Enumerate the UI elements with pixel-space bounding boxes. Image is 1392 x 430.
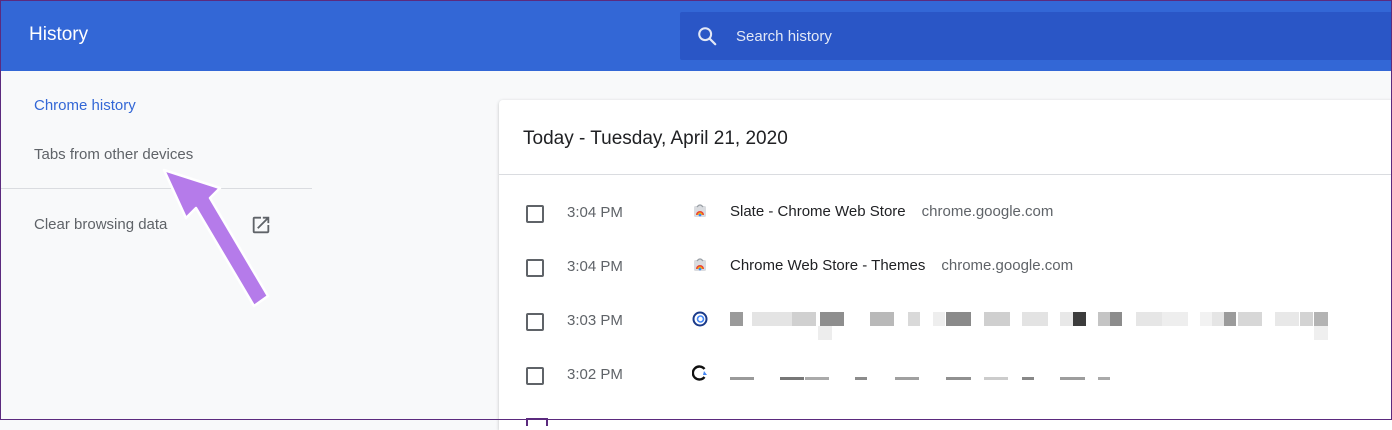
- sidebar: Chrome history Tabs from other devices C…: [0, 71, 312, 420]
- entry-checkbox[interactable]: [526, 259, 544, 277]
- sidebar-item-chrome-history[interactable]: Chrome history: [34, 97, 136, 114]
- chrome-web-store-icon: [694, 258, 706, 271]
- entry-checkbox[interactable]: [526, 418, 548, 426]
- entry-time: 3:02 PM: [567, 366, 623, 383]
- history-entry[interactable]: 3:04 PM Chrome Web Store - Themes chrome.…: [499, 238, 1392, 292]
- entry-checkbox[interactable]: [526, 313, 544, 331]
- entry-title-link[interactable]: Slate - Chrome Web Store chrome.google.co…: [730, 203, 1053, 220]
- history-entry[interactable]: 3:02 PM: [499, 346, 1392, 400]
- history-card: Today - Tuesday, April 21, 2020 3:04 PM …: [499, 100, 1392, 430]
- history-entry[interactable]: 3:03 PM: [499, 292, 1392, 346]
- card-divider: [499, 174, 1392, 175]
- entry-time: 3:04 PM: [567, 258, 623, 275]
- sidebar-item-tabs-from-other-devices[interactable]: Tabs from other devices: [34, 146, 193, 163]
- pixelated-entry-title[interactable]: [730, 377, 1350, 383]
- entry-title[interactable]: Slate - Chrome Web Store: [730, 203, 906, 220]
- entry-title-link[interactable]: Chrome Web Store - Themes chrome.google.c…: [730, 257, 1073, 274]
- search-box[interactable]: [680, 12, 1392, 60]
- entry-title[interactable]: Chrome Web Store - Themes: [730, 257, 925, 274]
- entry-time: 3:04 PM: [567, 204, 623, 221]
- entry-domain: chrome.google.com: [941, 257, 1074, 274]
- history-entry[interactable]: 3:04 PM Slate - Chrome Web Store chrome.g…: [499, 184, 1392, 238]
- page-title: History: [29, 24, 89, 45]
- entry-checkbox[interactable]: [526, 367, 544, 385]
- entry-checkbox[interactable]: [526, 205, 544, 223]
- site-favicon: [692, 311, 708, 327]
- entry-domain: chrome.google.com: [921, 203, 1054, 220]
- search-icon[interactable]: [696, 25, 718, 47]
- site-favicon: [692, 365, 707, 381]
- sidebar-item-clear-browsing-data[interactable]: Clear browsing data: [34, 216, 167, 233]
- chrome-web-store-icon: [694, 204, 706, 217]
- header-bar: History: [0, 0, 1392, 71]
- date-heading: Today - Tuesday, April 21, 2020: [523, 128, 788, 149]
- search-input[interactable]: [736, 12, 1376, 60]
- pixelated-entry-title[interactable]: [730, 312, 1350, 340]
- open-in-new-icon[interactable]: [250, 214, 272, 236]
- entry-time: 3:03 PM: [567, 312, 623, 329]
- sidebar-divider: [0, 188, 312, 189]
